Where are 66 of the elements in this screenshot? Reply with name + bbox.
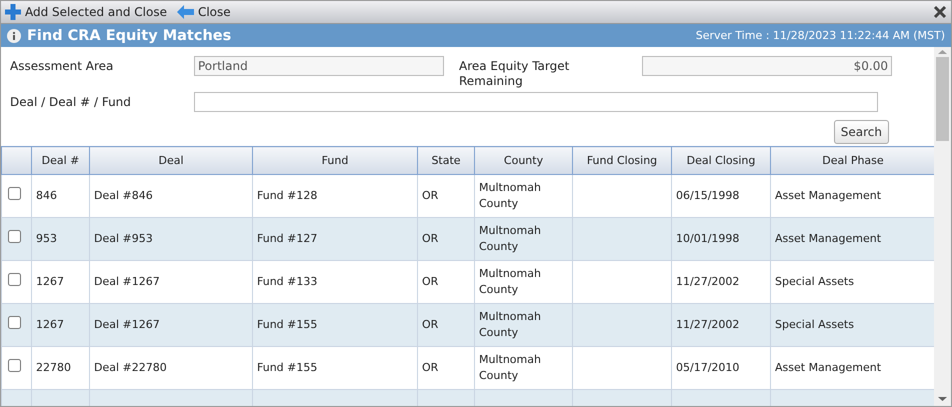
row-checkbox[interactable] (8, 273, 21, 286)
table-cell: Multnomah County (479, 353, 541, 382)
column-header[interactable]: Fund (252, 146, 418, 174)
field-label: Deal / Deal # / Fund (10, 94, 131, 110)
table-cell: Deal #1267 (94, 275, 160, 288)
table-cell: Deal #953 (94, 232, 153, 245)
column-header[interactable]: Deal # (32, 146, 90, 174)
table-cell: Fund #133 (257, 275, 318, 288)
table-cell: Special Assets (775, 275, 854, 288)
equity-target-field[interactable]: $0.00 (642, 56, 892, 76)
table-cell: Fund #155 (257, 361, 318, 374)
search-button[interactable]: Search (834, 120, 889, 144)
table-cell: OR (422, 361, 438, 374)
table-cell: Fund #155 (257, 318, 318, 331)
row-checkbox[interactable] (8, 359, 21, 372)
table-cell: 953 (36, 232, 57, 245)
table-cell: Deal #22780 (94, 361, 167, 374)
field-label: Assessment Area (10, 58, 114, 74)
scroll-up-icon[interactable] (938, 47, 947, 57)
table-cell: Fund #127 (257, 232, 318, 245)
left-arrow-icon (176, 5, 194, 19)
table-cell: 22780 (36, 361, 71, 374)
row-checkbox[interactable] (8, 230, 21, 243)
table-cell: OR (422, 232, 438, 245)
column-header[interactable]: Deal Closing (672, 146, 770, 174)
column-header (2, 146, 32, 174)
column-header[interactable]: State (418, 146, 474, 174)
table-cell: Asset Management (775, 189, 882, 202)
table-cell: OR (422, 189, 438, 202)
table-cell: 11/27/2002 (676, 318, 740, 331)
table-cell: Multnomah County (479, 181, 541, 210)
table-cell: 05/17/2010 (676, 361, 740, 374)
table-cell: Multnomah County (479, 310, 541, 339)
table-cell: 10/01/1998 (676, 232, 740, 245)
table-cell: Multnomah County (479, 267, 541, 296)
plus-icon (5, 4, 21, 20)
column-header[interactable]: Deal (90, 146, 252, 174)
deal-search-field[interactable] (194, 92, 878, 112)
row-checkbox[interactable] (8, 316, 21, 329)
column-header[interactable]: County (474, 146, 572, 174)
table-cell: 846 (36, 189, 57, 202)
table-cell: OR (422, 275, 438, 288)
close-button[interactable]: Close (176, 5, 231, 19)
table-cell: Special Assets (775, 318, 854, 331)
table-cell: 06/15/1998 (676, 189, 740, 202)
table-cell: OR (422, 318, 438, 331)
table-cell: 11/27/2002 (676, 275, 740, 288)
table-cell: 1267 (36, 275, 64, 288)
table-cell: Asset Management (775, 232, 882, 245)
add-selected-button[interactable]: Add Selected and Close (5, 4, 167, 20)
info-icon (7, 28, 21, 42)
dialog-title: Find CRA Equity Matches (27, 28, 232, 44)
assessment-area-field[interactable]: Portland (194, 56, 444, 76)
table-cell: Fund #128 (257, 189, 318, 202)
table-cell: Deal #1267 (94, 318, 160, 331)
row-checkbox[interactable] (8, 187, 21, 200)
column-header[interactable]: Fund Closing (572, 146, 672, 174)
scrollbar-thumb[interactable] (936, 57, 949, 141)
column-header[interactable]: Deal Phase (770, 146, 936, 174)
table-cell: Multnomah County (479, 224, 541, 253)
server-time: Server Time : 11/28/2023 11:22:44 AM (MST) (696, 29, 945, 42)
close-icon[interactable] (933, 5, 947, 19)
field-label: Area Equity Target Remaining (459, 58, 570, 89)
table-cell: 1267 (36, 318, 64, 331)
table-cell: Deal #846 (94, 189, 153, 202)
table-cell: Asset Management (775, 361, 882, 374)
